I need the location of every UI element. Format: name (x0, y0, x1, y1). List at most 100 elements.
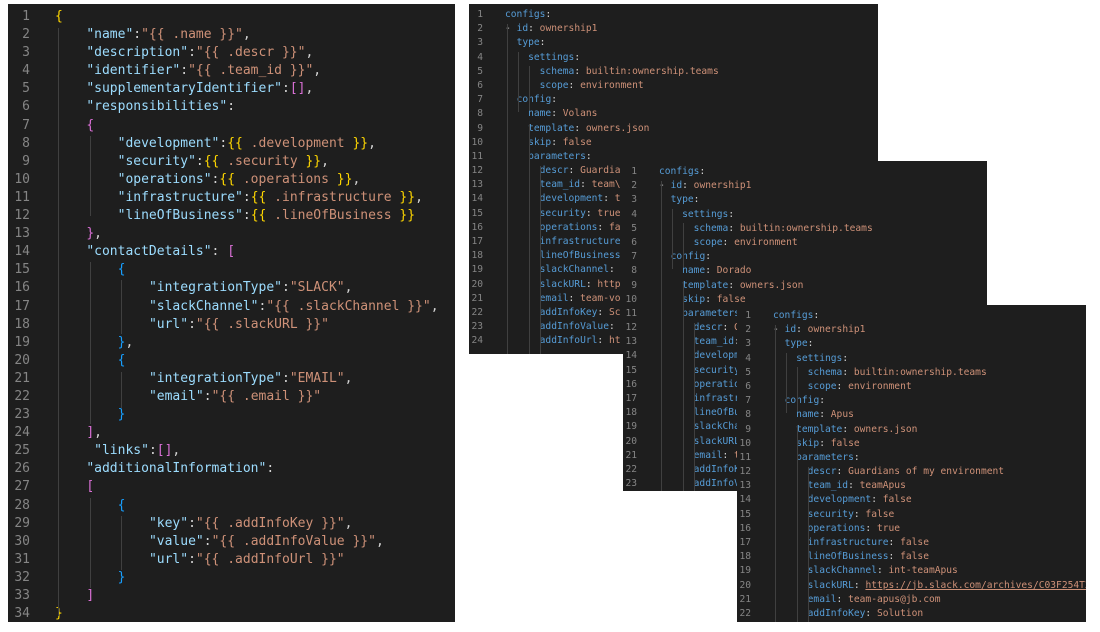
code-line[interactable]: 28 { (8, 497, 455, 515)
code-line[interactable]: 19 slackChannel: int-teamApus (737, 564, 1086, 578)
code-line[interactable]: 1 configs: (623, 165, 987, 179)
code-line[interactable]: 11 "infrastructure":{{ .infrastructure }… (8, 189, 455, 207)
code-line[interactable]: 4 settings: (469, 51, 878, 65)
code-line[interactable]: 9 template: owners.json (737, 423, 1086, 437)
code-line[interactable]: 3 type: (469, 36, 878, 50)
code-line[interactable]: 29 "key":"{{ .addInfoKey }}", (8, 515, 455, 533)
code-line[interactable]: 2 - id: ownership1 (737, 323, 1086, 337)
code-line[interactable]: 16 operations: true (737, 522, 1086, 536)
line-text: "integrationType":"EMAIL", (148, 370, 353, 386)
line-number: 32 (14, 569, 30, 585)
code-line[interactable]: 21 "integrationType":"EMAIL", (8, 370, 455, 388)
code-line[interactable]: 12 descr: Guardians of my environment (737, 465, 1086, 479)
line-number: 5 (631, 222, 637, 234)
line-text: { (55, 9, 63, 24)
code-line[interactable]: 2 - id: ownership1 (469, 22, 878, 36)
code-line[interactable]: 6 scope: environment (469, 79, 878, 93)
code-line[interactable]: 20 { (8, 352, 455, 370)
code-line[interactable]: 2 "name":"{{ .name }}", (8, 26, 455, 44)
indent-guide (121, 372, 122, 408)
code-line[interactable]: 15 security: false (737, 508, 1086, 522)
code-line[interactable]: 34} (8, 605, 455, 622)
code-line[interactable]: 22 "email":"{{ .email }}" (8, 388, 455, 406)
line-number: 4 (477, 51, 483, 63)
code-line[interactable]: 21 email: team-apus@jb.com (737, 593, 1086, 607)
line-text: { (86, 117, 95, 133)
code-line[interactable]: 8 name: Dorado (623, 264, 987, 278)
line-text: addInfoValue: Automation (773, 621, 946, 622)
code-line[interactable]: 19 }, (8, 334, 455, 352)
code-line[interactable]: 18 lineOfBusiness: false (737, 550, 1086, 564)
code-line[interactable]: 7 config: (737, 394, 1086, 408)
line-text: template: owners.json (796, 423, 918, 435)
code-line[interactable]: 13 team_id: teamApus (737, 479, 1086, 493)
line-number: 14 (471, 193, 483, 205)
code-line[interactable]: 31 "url":"{{ .addInfoUrl }}" (8, 551, 455, 569)
code-line[interactable]: 26 "additionalInformation": (8, 460, 455, 478)
code-line[interactable]: 5 schema: builtin:ownership.teams (623, 222, 987, 236)
code-line[interactable]: 10 "operations":{{ .operations }}, (8, 171, 455, 189)
code-line[interactable]: 3 type: (737, 337, 1086, 351)
line-text: parameters: (796, 451, 860, 463)
code-line[interactable]: 27 [ (8, 478, 455, 496)
code-line[interactable]: 14 development: false (737, 493, 1086, 507)
indent-guide (694, 323, 695, 491)
line-number: 28 (14, 497, 30, 513)
code-line[interactable]: 12 "lineOfBusiness":{{ .lineOfBusiness }… (8, 207, 455, 225)
code-line[interactable]: 9 template: owners.json (469, 122, 878, 136)
code-line[interactable]: 24 ], (8, 424, 455, 442)
code-line[interactable]: 2 - id: ownership1 (623, 179, 987, 193)
code-line[interactable]: 22 addInfoKey: Solution (737, 607, 1086, 621)
code-line[interactable]: 7 config: (469, 93, 878, 107)
code-line[interactable]: 1{ (8, 8, 455, 26)
code-line[interactable]: 6 scope: environment (737, 380, 1086, 394)
code-line[interactable]: 5 schema: builtin:ownership.teams (469, 65, 878, 79)
line-number: 2 (22, 27, 30, 43)
code-line[interactable]: 9 template: owners.json (623, 279, 987, 293)
code-line[interactable]: 23 } (8, 406, 455, 424)
line-number: 1 (477, 9, 483, 20)
code-line[interactable]: 8 name: Apus (737, 408, 1086, 422)
line-number: 6 (745, 380, 751, 392)
code-line[interactable]: 11 parameters: (737, 451, 1086, 465)
code-line[interactable]: 6 scope: environment (623, 236, 987, 250)
code-line[interactable]: 32 } (8, 569, 455, 587)
code-line[interactable]: 6 "responsibilities": (8, 98, 455, 116)
code-line[interactable]: 30 "value":"{{ .addInfoValue }}", (8, 533, 455, 551)
code-line[interactable]: 5 schema: builtin:ownership.teams (737, 366, 1086, 380)
code-line[interactable]: 5 "supplementaryIdentifier":[], (8, 80, 455, 98)
line-text: - id: ownership1 (773, 324, 866, 336)
code-line[interactable]: 9 "security":{{ .security }}, (8, 153, 455, 171)
code-line[interactable]: 25 "links":[], (8, 442, 455, 460)
line-number: 1 (631, 166, 637, 177)
json-template-editor[interactable]: 1{2 "name":"{{ .name }}", 3 "description"… (8, 4, 455, 622)
code-line[interactable]: 7 { (8, 117, 455, 135)
code-line[interactable]: 14 "contactDetails": [ (8, 243, 455, 261)
code-line[interactable]: 23 addInfoValue: Automation (737, 621, 1086, 622)
code-line[interactable]: 15 { (8, 261, 455, 279)
line-number: 13 (739, 480, 751, 492)
code-line[interactable]: 4 settings: (623, 208, 987, 222)
code-line[interactable]: 7 config: (623, 250, 987, 264)
code-line[interactable]: 1 configs: (469, 8, 878, 22)
code-line[interactable]: 8 "development":{{ .development }}, (8, 135, 455, 153)
yaml-config-editor-apus[interactable]: 1 configs: 2- id: ownership1 3 type: 4 setti… (737, 305, 1086, 622)
line-number: 15 (471, 207, 483, 219)
code-line[interactable]: 17 infrastructure: false (737, 536, 1086, 550)
indent-guide (797, 425, 798, 622)
code-line[interactable]: 8 name: Volans (469, 107, 878, 121)
code-line[interactable]: 4 settings: (737, 352, 1086, 366)
code-line[interactable]: 1 configs: (737, 309, 1086, 323)
code-line[interactable]: 17 "slackChannel":"{{ .slackChannel }}", (8, 298, 455, 316)
code-line[interactable]: 16 "integrationType":"SLACK", (8, 279, 455, 297)
code-line[interactable]: 33 ] (8, 587, 455, 605)
line-text: team_id: team\ (539, 179, 621, 191)
code-line[interactable]: 4 "identifier":"{{ .team_id }}", (8, 62, 455, 80)
code-line[interactable]: 20 slackURL: https://jb.slack.com/archiv… (737, 579, 1086, 593)
code-line[interactable]: 3 type: (623, 193, 987, 207)
code-line[interactable]: 10 skip: false (737, 437, 1086, 451)
code-line[interactable]: 13 }, (8, 225, 455, 243)
code-line[interactable]: 10 skip: false (469, 136, 878, 150)
code-line[interactable]: 3 "description":"{{ .descr }}", (8, 44, 455, 62)
code-line[interactable]: 18 "url":"{{ .slackURL }}" (8, 316, 455, 334)
